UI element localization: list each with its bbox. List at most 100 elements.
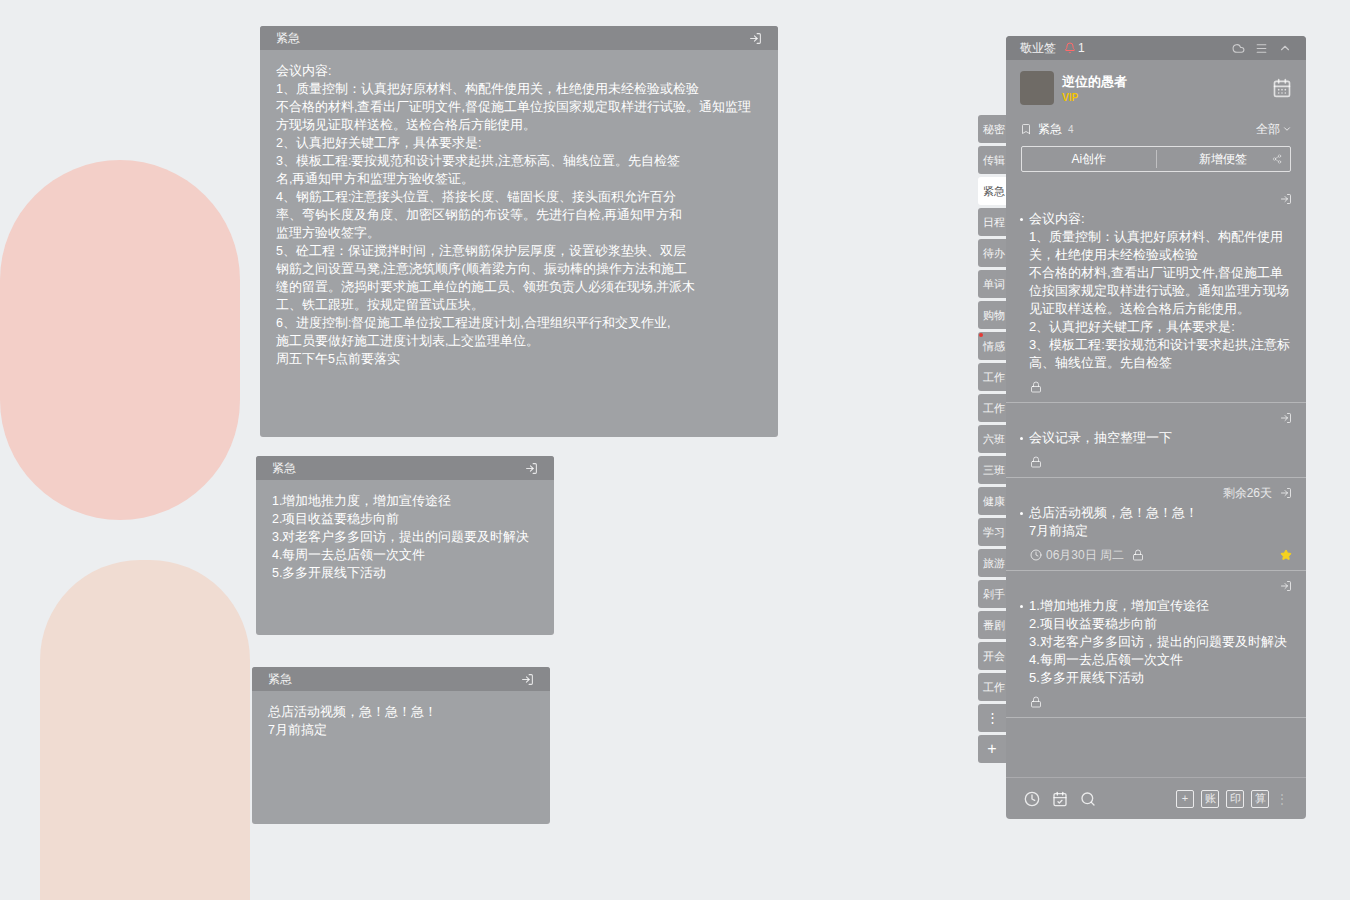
clock-icon — [1030, 549, 1042, 561]
toolbar-button[interactable]: 算 — [1251, 790, 1269, 808]
calendar-icon[interactable] — [1272, 78, 1292, 98]
tab-label: 旅游 — [983, 555, 1005, 572]
tab-label: 紧急 — [983, 183, 1005, 200]
category-tab[interactable]: 番剧 — [978, 611, 1006, 639]
toolbar-more-button[interactable]: ⋮ — [1276, 790, 1288, 808]
category-tab[interactable]: 秘密 — [978, 115, 1006, 143]
category-tab[interactable]: 学习 — [978, 518, 1006, 546]
category-tab[interactable]: 工作 — [978, 673, 1006, 701]
collapse-icon[interactable] — [1278, 41, 1292, 55]
note-body[interactable]: 1.增加地推力度，增加宣传途径2.项目收益要稳步向前3.对老客户多多回访，提出的… — [256, 480, 554, 635]
category-tab[interactable]: 六班 — [978, 425, 1006, 453]
note-body[interactable]: 总店活动视频，急！急！急！7月前搞定 — [252, 691, 550, 824]
tab-label: 三班 — [983, 462, 1005, 479]
pin-icon[interactable] — [1280, 487, 1292, 499]
note-body[interactable]: 会议内容:1、质量控制：认真把好原材料、构配件使用关，杜绝使用未经检验或检验不合… — [260, 50, 778, 437]
note-line: 总店活动视频，急！急！急！ — [268, 703, 534, 721]
lock-icon[interactable] — [1030, 381, 1042, 393]
item-text: 会议内容:1、质量控制：认真把好原材料、构配件使用关，杜绝使用未经检验或检验不合… — [1029, 210, 1292, 372]
category-tab[interactable]: 情感 — [978, 332, 1006, 360]
note-line: 2、认真把好关键工序，具体要求是: — [276, 134, 762, 152]
note-item[interactable]: 会议记录，抽空整理一下 — [1006, 403, 1306, 478]
pin-icon[interactable] — [521, 673, 534, 686]
category-tab[interactable]: 健康 — [978, 487, 1006, 515]
note-line: 3.对老客户多多回访，提出的问题要及时解决 — [272, 528, 538, 546]
category-tab[interactable]: 工作 — [978, 363, 1006, 391]
toolbar-button[interactable]: + — [1176, 790, 1194, 808]
user-name: 逆位的愚者 — [1062, 72, 1127, 92]
app-title: 敬业签 — [1020, 39, 1056, 57]
lock-icon[interactable] — [1030, 456, 1042, 468]
lock-icon[interactable] — [1132, 549, 1144, 561]
category-tab[interactable]: 剁手 — [978, 580, 1006, 608]
note-line: 会议内容: — [276, 62, 762, 80]
toolbar-button[interactable]: 账 — [1201, 790, 1219, 808]
sync-icon[interactable] — [1232, 42, 1245, 55]
tab-label: 健康 — [983, 493, 1005, 510]
note-list: 会议内容:1、质量控制：认真把好原材料、构配件使用关，杜绝使用未经检验或检验不合… — [1006, 184, 1306, 777]
title-bar: 敬业签1 — [1006, 36, 1306, 60]
menu-icon[interactable] — [1255, 42, 1268, 55]
note-line: 名,再通知甲方和监理方验收签证。 — [276, 170, 762, 188]
reminder-icon[interactable] — [1024, 791, 1040, 807]
pin-icon[interactable] — [1280, 193, 1292, 205]
sticky-note[interactable]: 紧急总店活动视频，急！急！急！7月前搞定 — [252, 667, 550, 824]
note-header[interactable]: 紧急 — [260, 26, 778, 50]
reminder-date: 06月30日 周二 — [1046, 546, 1124, 564]
item-text: 会议记录，抽空整理一下 — [1029, 429, 1292, 447]
note-item[interactable]: 剩余26天总店活动视频，急！急！急！7月前搞定06月30日 周二 — [1006, 478, 1306, 571]
star-icon[interactable] — [1280, 549, 1292, 561]
note-header[interactable]: 紧急 — [256, 456, 554, 480]
tab-label: 待办 — [983, 245, 1005, 262]
category-icon — [1020, 123, 1032, 135]
more-tabs-button[interactable]: ⋮ — [978, 704, 1006, 732]
note-line: 3、模板工程:要按规范和设计要求起拱,注意标高、轴线位置。先自检签 — [276, 152, 762, 170]
pin-icon[interactable] — [1280, 580, 1292, 592]
tab-label: 单词 — [983, 276, 1005, 293]
category-tab[interactable]: 三班 — [978, 456, 1006, 484]
app-window: 秘密传辑紧急日程待办单词购物情感工作工作六班三班健康学习旅游剁手番剧开会工作⋮+… — [978, 36, 1306, 819]
notification-icon[interactable] — [1064, 42, 1076, 54]
category-tab[interactable]: 工作 — [978, 394, 1006, 422]
tab-label: 番剧 — [983, 617, 1005, 634]
note-line: 缝的留置。浇捣时要求施工单位的施工员、领班负责人必须在现场,并派木 — [276, 278, 762, 296]
share-icon[interactable] — [1272, 154, 1282, 164]
note-item[interactable]: 1.增加地推力度，增加宣传途径2.项目收益要稳步向前3.对老客户多多回访，提出的… — [1006, 571, 1306, 718]
wallpaper-hand — [40, 560, 250, 900]
bullet-dot — [1020, 218, 1023, 221]
pin-icon[interactable] — [749, 32, 762, 45]
pin-icon[interactable] — [525, 462, 538, 475]
desktop: 紧急会议内容:1、质量控制：认真把好原材料、构配件使用关，杜绝使用未经检验或检验… — [0, 0, 1350, 900]
lock-icon[interactable] — [1030, 696, 1042, 708]
ai-create-button[interactable]: Ai创作 — [1022, 150, 1157, 168]
unread-dot — [979, 333, 983, 337]
toolbar-button[interactable]: 印 — [1226, 790, 1244, 808]
avatar[interactable] — [1020, 71, 1054, 105]
category-row: 紧急4全部 — [1006, 116, 1306, 142]
tab-label: 学习 — [983, 524, 1005, 541]
category-tab[interactable]: 传辑 — [978, 146, 1006, 174]
sticky-note[interactable]: 紧急会议内容:1、质量控制：认真把好原材料、构配件使用关，杜绝使用未经检验或检验… — [260, 26, 778, 437]
add-tab-button[interactable]: + — [978, 735, 1006, 763]
search-icon[interactable] — [1080, 791, 1096, 807]
note-item[interactable]: 会议内容:1、质量控制：认真把好原材料、构配件使用关，杜绝使用未经检验或检验不合… — [1006, 184, 1306, 403]
calendar-check-icon[interactable] — [1052, 791, 1068, 807]
category-tab[interactable]: 紧急 — [978, 177, 1006, 205]
new-note-button[interactable]: 新增便签 — [1157, 150, 1291, 168]
category-tab[interactable]: 开会 — [978, 642, 1006, 670]
category-tab[interactable]: 购物 — [978, 301, 1006, 329]
category-tab[interactable]: 旅游 — [978, 549, 1006, 577]
bullet-dot — [1020, 605, 1023, 608]
category-tab[interactable]: 单词 — [978, 270, 1006, 298]
note-header[interactable]: 紧急 — [252, 667, 550, 691]
wallpaper-flowers — [0, 160, 240, 520]
note-title: 紧急 — [276, 29, 300, 47]
pin-icon[interactable] — [1280, 412, 1292, 424]
sticky-note[interactable]: 紧急 1.增加地推力度，增加宣传途径2.项目收益要稳步向前3.对老客户多多回访，提… — [256, 456, 554, 635]
filter-dropdown[interactable]: 全部 — [1256, 120, 1292, 138]
category-tab[interactable]: 待办 — [978, 239, 1006, 267]
note-title: 紧急 — [272, 459, 296, 477]
category-tab[interactable]: 日程 — [978, 208, 1006, 236]
category-name: 紧急 — [1038, 120, 1062, 138]
note-line: 4.每周一去总店领一次文件 — [272, 546, 538, 564]
